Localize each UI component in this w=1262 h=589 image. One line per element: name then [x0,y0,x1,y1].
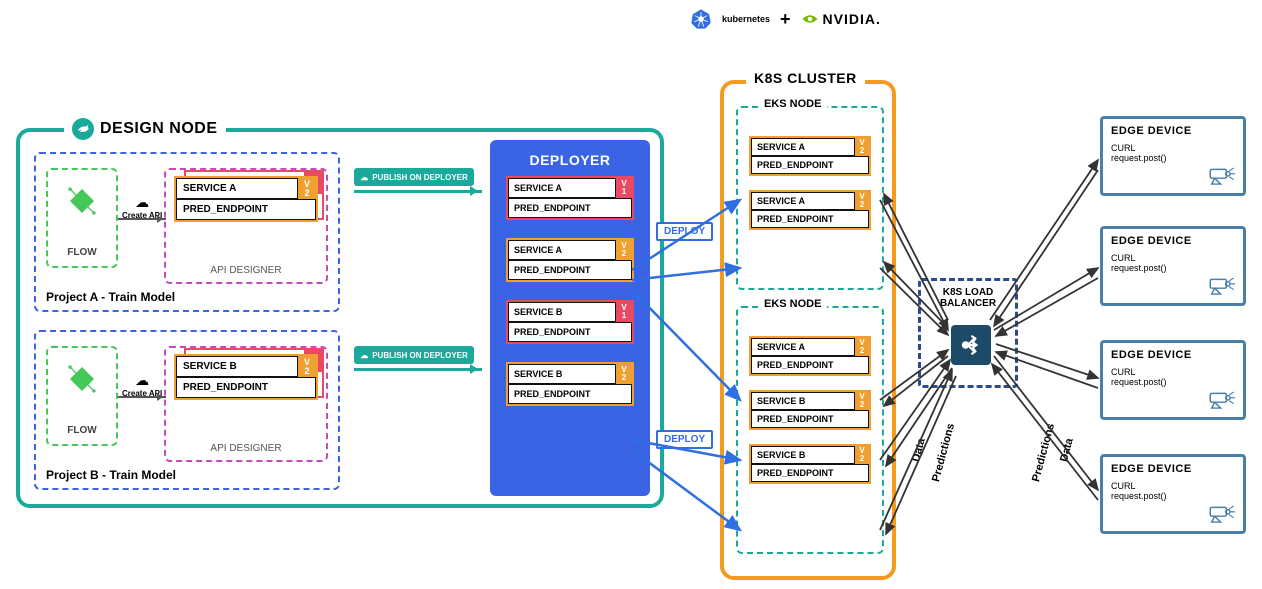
deployer-card: SERVICE AV2PRED_ENDPOINT [506,238,634,282]
create-api-arrow [118,396,166,398]
kubernetes-label: kubernetes [722,14,770,24]
cloud-icon: ☁ [135,194,149,211]
service-version: V2 [298,178,316,199]
publish-arrow-b [354,368,482,371]
design-node-panel: DESIGN NODE FLOW ☁ Create API V [16,128,664,508]
edge-device: EDGE DEVICE CURL request.post() [1100,226,1246,306]
cloud-icon: ☁ [360,173,368,182]
k8s-service-card: SERVICE BV2PRED_ENDPOINT [749,390,871,430]
flow-icon [65,362,99,396]
k8s-service-card: SERVICE AV2PRED_ENDPOINT [749,136,871,176]
deploy-badge: DEPLOY [656,430,713,449]
edge-device: EDGE DEVICE CURL request.post() [1100,116,1246,196]
camera-icon [1207,389,1237,411]
flow-box-b: FLOW [46,346,118,446]
load-balancer: K8S LOADBALANCER [918,278,1018,388]
nvidia-logo: NVIDIA. [801,10,881,28]
deployer-card: SERVICE BV2PRED_ENDPOINT [506,362,634,406]
flow-icon [65,184,99,218]
api-designer-b: V SERVICE B V2 PRED_ENDPOINT API DESIGNE… [164,346,328,462]
cloud-icon: ☁ [360,351,368,360]
k8s-cluster: K8S CLUSTER EKS NODE SERVICE AV2PRED_END… [720,80,896,580]
camera-icon [1207,275,1237,297]
k8s-service-card: SERVICE AV2PRED_ENDPOINT [749,336,871,376]
service-card-front: SERVICE B V2 PRED_ENDPOINT [174,354,318,400]
service-name: SERVICE B [176,356,298,377]
camera-icon [1207,165,1237,187]
k8s-service-card: SERVICE AV2PRED_ENDPOINT [749,190,871,230]
k8s-title: K8S CLUSTER [746,70,865,86]
deploy-badge: DEPLOY [656,222,713,241]
data-label: Data [910,437,928,463]
flow-label: FLOW [48,247,116,258]
nvidia-icon [801,10,819,28]
bird-icon [72,118,94,140]
deployer-card: SERVICE AV1PRED_ENDPOINT [506,176,634,220]
data-label: Data [1058,437,1076,463]
design-node-title: DESIGN NODE [64,118,226,140]
nvidia-text: NVIDIA. [823,11,881,27]
plus-icon: + [780,9,791,30]
publish-arrow-a [354,190,482,193]
api-designer-a: V SERVICE A V2 PRED_ENDPOINT API DESIGNE… [164,168,328,284]
deployer-panel: DEPLOYER SERVICE AV1PRED_ENDPOINT SERVIC… [490,140,650,496]
create-api-arrow [118,218,166,220]
deployer-title: DEPLOYER [498,152,642,168]
publish-button-a[interactable]: ☁PUBLISH ON DEPLOYER [354,168,474,186]
service-endpoint: PRED_ENDPOINT [176,377,316,398]
service-endpoint: PRED_ENDPOINT [176,199,316,220]
service-name: SERVICE A [176,178,298,199]
eks-node-a: EKS NODE SERVICE AV2PRED_ENDPOINT SERVIC… [736,106,884,290]
project-a: FLOW ☁ Create API V SERVICE A V2 [34,152,340,312]
eks-title: EKS NODE [758,98,827,110]
publish-button-b[interactable]: ☁PUBLISH ON DEPLOYER [354,346,474,364]
edge-device: EDGE DEVICE CURL request.post() [1100,454,1246,534]
predictions-label: Predictions [1030,422,1057,483]
k8s-service-card: SERVICE BV2PRED_ENDPOINT [749,444,871,484]
eks-node-b: EKS NODE SERVICE AV2PRED_ENDPOINT SERVIC… [736,306,884,554]
lb-title: K8S LOADBALANCER [929,287,1007,309]
kubernetes-icon [690,8,712,30]
api-designer-label: API DESIGNER [166,265,326,276]
flow-label: FLOW [48,425,116,436]
project-a-label: Project A - Train Model [46,290,175,304]
service-version: V2 [298,356,316,377]
camera-icon [1207,503,1237,525]
load-balance-icon [951,325,991,365]
service-stack-b: V SERVICE B V2 PRED_ENDPOINT [174,354,320,400]
flow-box-a: FLOW [46,168,118,268]
service-card-front: SERVICE A V2 PRED_ENDPOINT [174,176,318,222]
project-b: FLOW ☁ Create API V SERVICE B V2 [34,330,340,490]
project-b-label: Project B - Train Model [46,468,176,482]
top-logos: kubernetes + NVIDIA. [690,8,881,30]
api-designer-label: API DESIGNER [166,443,326,454]
cloud-icon: ☁ [135,372,149,389]
eks-title: EKS NODE [758,298,827,310]
edge-device: EDGE DEVICE CURL request.post() [1100,340,1246,420]
predictions-label: Predictions [930,422,957,483]
service-stack-a: V SERVICE A V2 PRED_ENDPOINT [174,176,320,222]
deployer-card: SERVICE BV1PRED_ENDPOINT [506,300,634,344]
